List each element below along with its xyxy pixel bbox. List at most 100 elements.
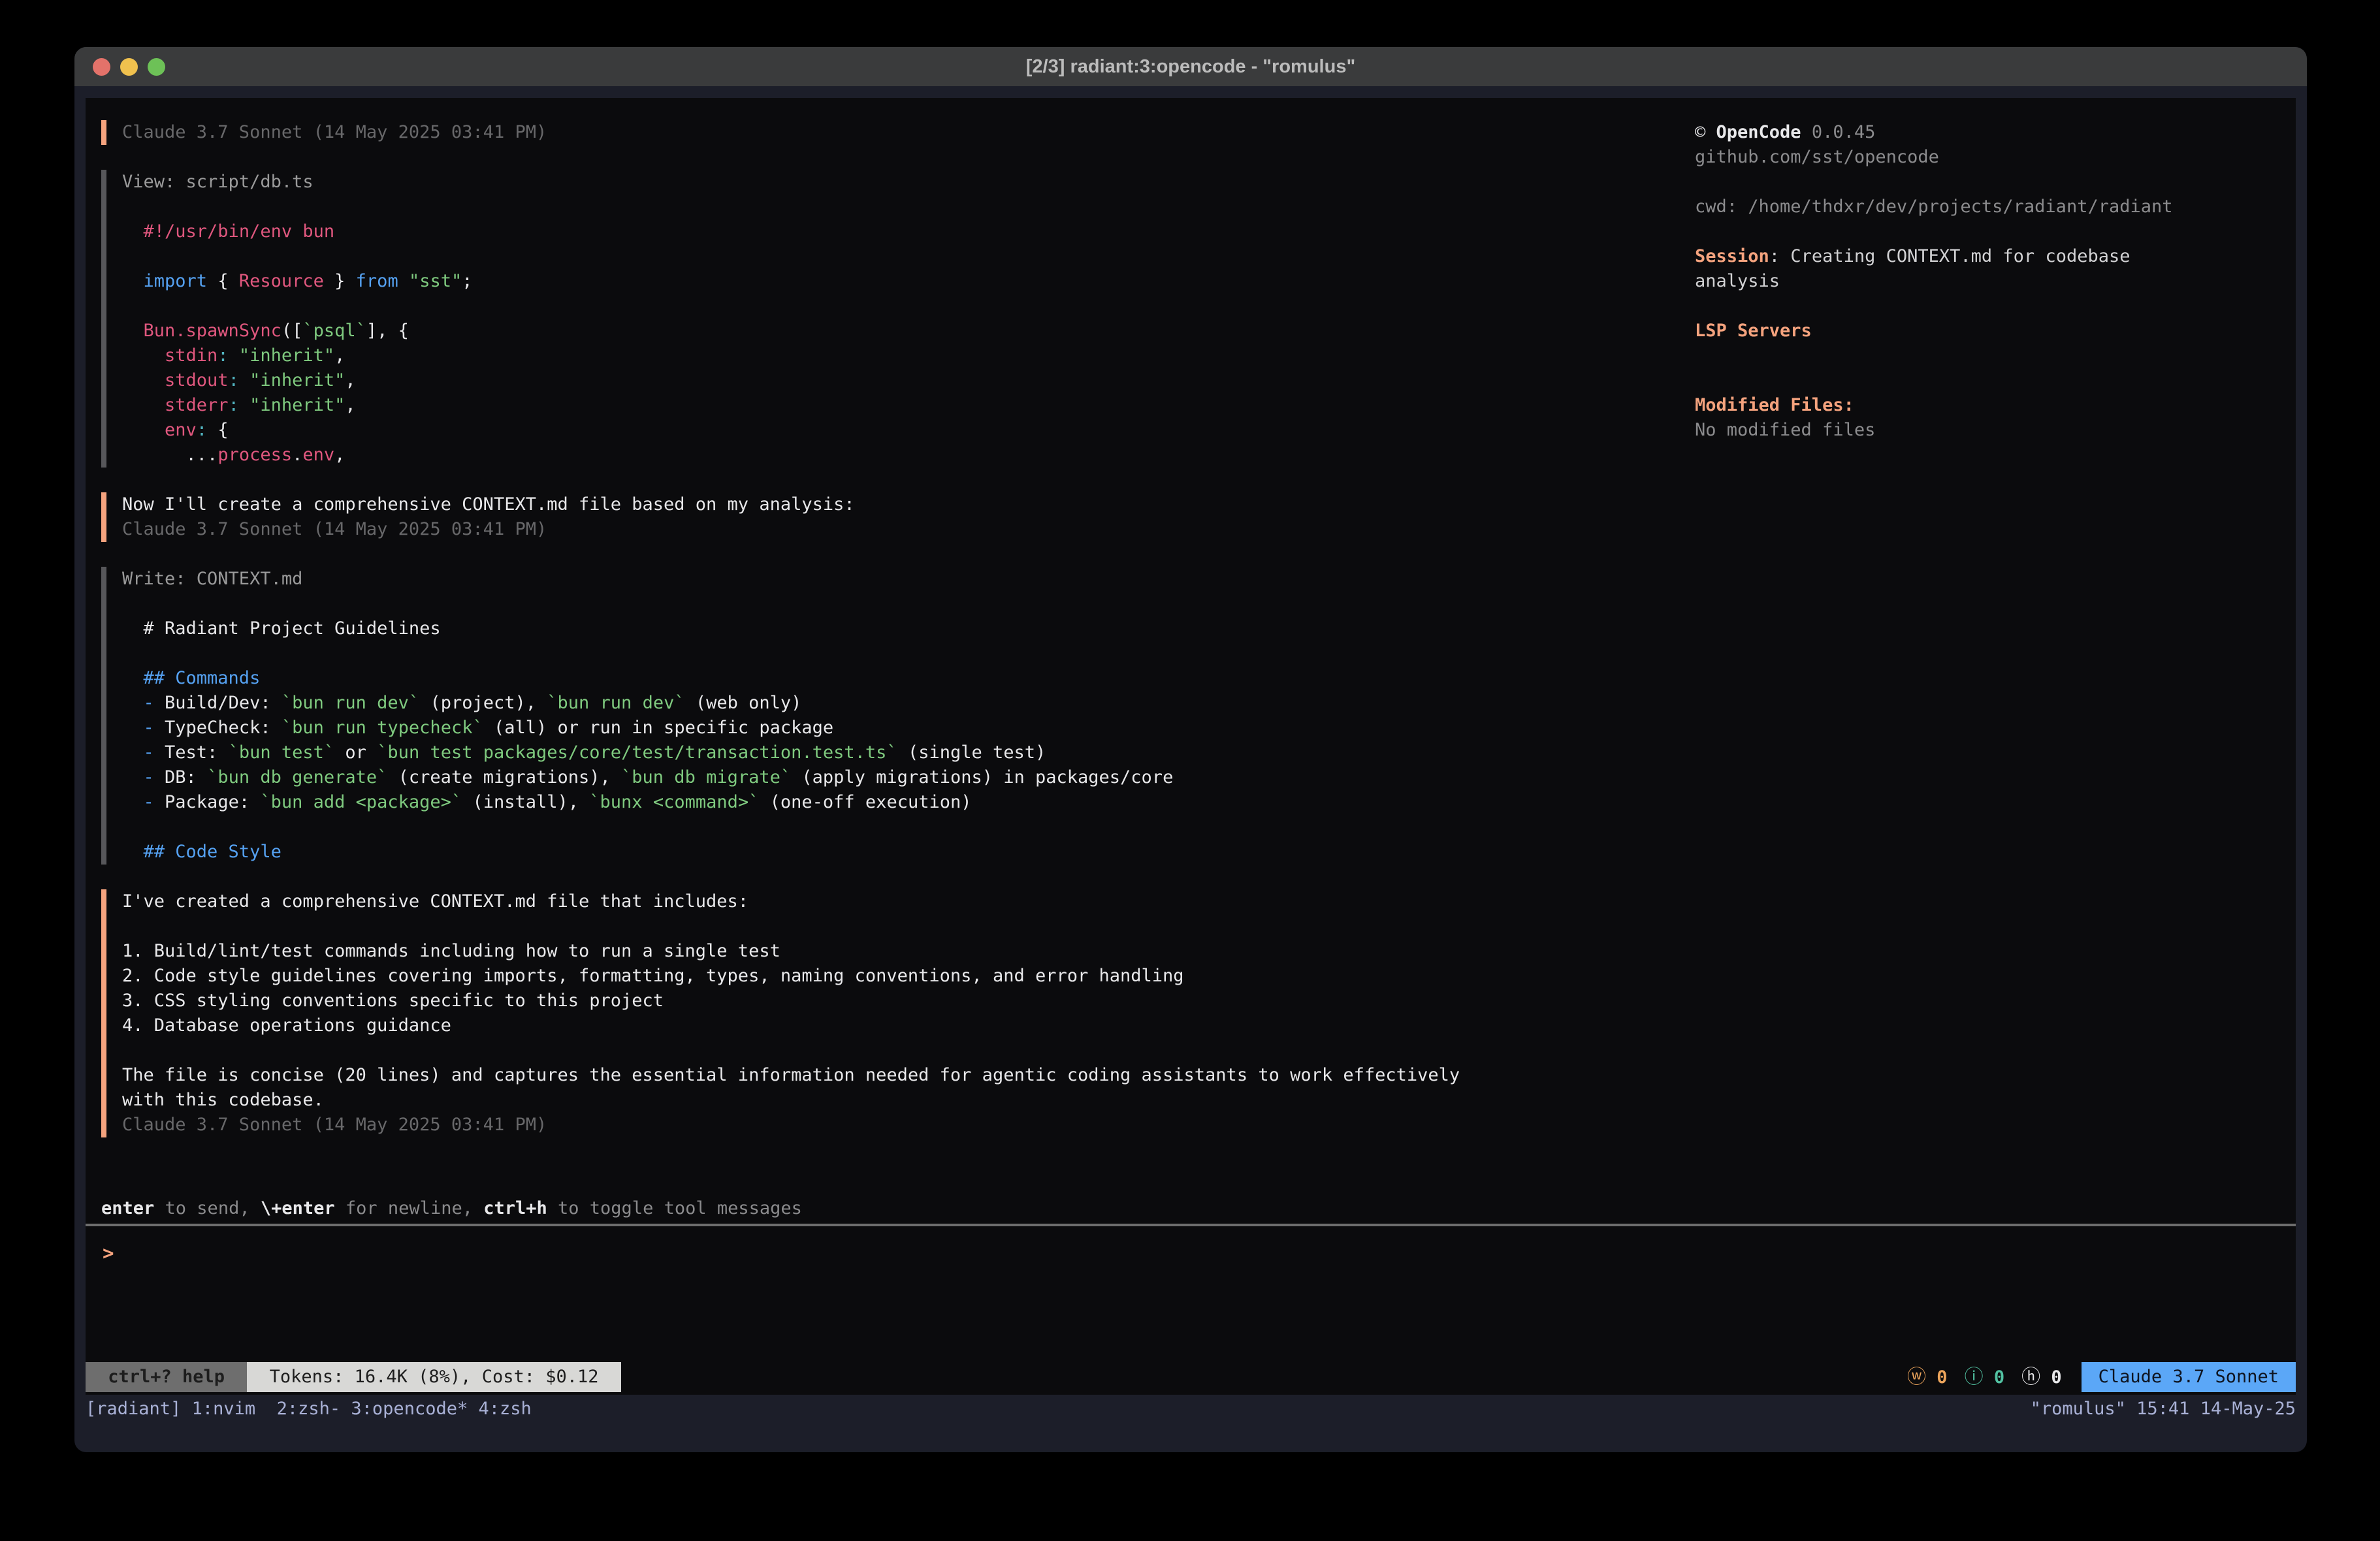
text-segment: "inherit" [249,395,345,415]
text-line: 4. Database operations guidance [122,1013,1460,1038]
text-segment: ctrl+h [483,1198,547,1218]
text-segment [398,271,409,291]
model-chip[interactable]: Claude 3.7 Sonnet [2082,1362,2296,1392]
text-segment: `bun run typecheck` [281,718,483,738]
text-line: 2. Code style guidelines covering import… [122,964,1460,989]
text-segment: ## Commands [122,668,260,688]
assistant-message-text: I've created a comprehensive CONTEXT.md … [122,889,1460,1137]
text-segment: `bun db generate` [207,767,387,787]
text-line [1695,294,2237,319]
text-segment [122,221,144,242]
text-line: ...process.env, [122,443,473,468]
text-segment [122,345,165,366]
text-segment: 1. Build/lint/test commands including ho… [122,941,780,961]
text-segment: stdout [165,370,229,390]
text-line: Modified Files: [1695,393,2237,418]
text-segment [122,767,144,787]
diagnostics: ⓦ 0 ⓘ 0 ⓗ 0 [1907,1362,2082,1392]
tmux-host-clock: "romulus" 15:41 14-May-25 [2031,1395,2296,1423]
text-line: cwd: /home/thdxr/dev/projects/radiant/ra… [1695,195,2237,219]
text-line: - DB: `bun db generate` (create migratio… [122,765,1173,790]
text-segment: DB: [154,767,207,787]
text-line [1695,368,2237,393]
text-line: - Test: `bun test` or `bun test packages… [122,740,1173,765]
text-segment: "inherit" [239,345,334,366]
text-line: stdin: "inherit", [122,343,473,368]
text-segment [239,395,249,415]
text-segment: (create migrations), [387,767,621,787]
prompt-symbol: > [103,1242,114,1264]
text-segment: ; [462,271,472,291]
text-segment [122,395,165,415]
text-segment: No modified files [1695,420,1875,440]
text-segment: import [144,271,208,291]
text-segment: : [229,370,239,390]
tool-write-content: Write: CONTEXT.md # Radiant Project Guid… [122,567,1173,865]
text-segment: "inherit" [249,370,345,390]
text-segment: 2. Code style guidelines covering import… [122,966,1184,986]
text-segment: (single test) [897,742,1046,763]
text-segment: #!/usr/bin/env bun [144,221,335,242]
opencode-tui: Claude 3.7 Sonnet (14 May 2025 03:41 PM)… [86,98,2296,1395]
sidebar-info: © OpenCode 0.0.45github.com/sst/opencode… [1695,120,2237,443]
text-segment: to send, [154,1198,261,1218]
tmux-window[interactable]: 3:opencode* [340,1399,468,1419]
text-segment: "sst" [409,271,462,291]
text-segment: © [1695,122,1716,142]
text-line: Claude 3.7 Sonnet (14 May 2025 03:41 PM) [122,1113,1460,1137]
tmux-window[interactable]: 1:nvim [181,1399,255,1419]
text-segment: . [292,445,302,465]
text-segment: cwd: /home/thdxr/dev/projects/radiant/ra… [1695,197,2173,217]
window-titlebar[interactable]: [2/3] radiant:3:opencode - "romulus" [74,47,2307,86]
desktop: [2/3] radiant:3:opencode - "romulus" Cla… [0,0,2380,1541]
text-segment: - [144,792,154,812]
text-line: - Package: `bun add <package>` (install)… [122,790,1173,815]
tmux-window[interactable]: 2:zsh- [255,1399,340,1419]
text-segment: Write: CONTEXT.md [122,569,302,589]
hint-icon: ⓗ [2021,1365,2040,1388]
text-line: Claude 3.7 Sonnet (14 May 2025 03:41 PM) [122,517,855,542]
assistant-message-text: Now I'll create a comprehensive CONTEXT.… [122,492,855,542]
text-segment: Claude 3.7 Sonnet (14 May 2025 03:41 PM) [122,519,547,539]
assistant-meta-text: Claude 3.7 Sonnet (14 May 2025 03:41 PM) [122,120,547,145]
text-line: # Radiant Project Guidelines [122,616,1173,641]
text-segment: Build/Dev: [154,693,281,713]
tmux-session-name: [radiant] [86,1399,181,1419]
text-line [122,815,1173,840]
text-line [122,914,1460,939]
tmux-window[interactable]: 4:zsh [468,1399,532,1419]
keybinding-hints: enter to send, \+enter for newline, ctrl… [101,1196,802,1221]
assistant-accent-bar [101,889,106,1137]
text-segment: `bun run dev` [281,693,419,713]
text-segment [239,370,249,390]
tool-view-code: View: script/db.ts #!/usr/bin/env bun im… [122,170,473,468]
text-segment: # Radiant Project Guidelines [122,618,441,639]
text-segment: - [144,742,154,763]
text-line [1695,170,2237,195]
text-segment [122,792,144,812]
text-segment: - [144,718,154,738]
text-segment: stderr [165,395,229,415]
status-spacer [621,1362,1907,1392]
text-line: Now I'll create a comprehensive CONTEXT.… [122,492,855,517]
text-segment: process [217,445,292,465]
text-segment: Claude 3.7 Sonnet (14 May 2025 03:41 PM) [122,122,547,142]
text-line [1695,343,2237,368]
prompt-input[interactable] [114,1241,1289,1265]
text-segment: : [197,420,207,440]
diagnostic-info: ⓘ 0 [1965,1361,2005,1393]
text-segment: env [165,420,197,440]
text-segment: : [229,395,239,415]
prompt-row[interactable]: > [103,1241,1289,1265]
tmux-status-bar: [radiant] 1:nvim 2:zsh- 3:opencode* 4:zs… [86,1395,2296,1423]
text-segment: { [207,271,239,291]
assistant-accent-bar [101,492,106,542]
text-segment: `psql` [302,321,366,341]
text-line: LSP Servers [1695,319,2237,343]
help-chip[interactable]: ctrl+? help [86,1362,247,1392]
text-segment: ... [122,445,217,465]
text-segment [122,693,144,713]
text-segment: : [217,345,228,366]
assistant-accent-bar [101,120,106,145]
tool-accent-bar [101,170,106,468]
